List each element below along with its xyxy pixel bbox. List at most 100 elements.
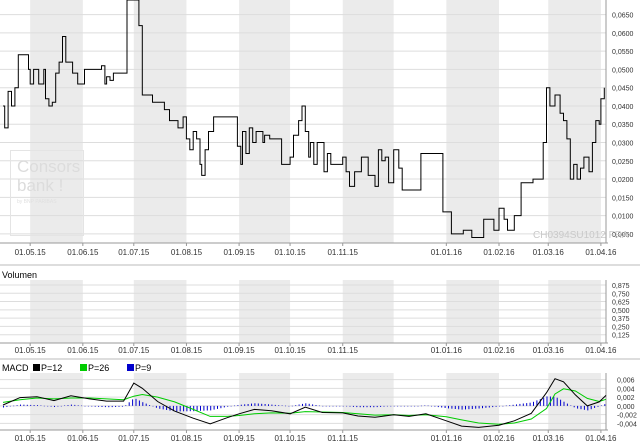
- macd-histogram-bar: [183, 405, 185, 412]
- macd-histogram-bar: [434, 405, 436, 407]
- y-tick-label: 0,0500: [612, 67, 634, 74]
- macd-histogram-bar: [580, 405, 582, 410]
- macd-histogram-bar: [271, 404, 273, 406]
- x-tick-label: 01.05.15: [15, 434, 47, 443]
- legend-swatch: [33, 364, 40, 371]
- macd-histogram-bar: [81, 405, 83, 407]
- shaded-month-band: [133, 0, 187, 243]
- macd-line-p26: [2, 388, 607, 425]
- macd-histogram-bar: [417, 405, 419, 407]
- macd-histogram-bar: [475, 405, 477, 409]
- macd-histogram-bar: [516, 404, 517, 406]
- macd-histogram-bar: [145, 403, 147, 406]
- shaded-month-band: [342, 373, 394, 430]
- x-tick-label: 01.01.16: [431, 434, 463, 443]
- macd-histogram-bar: [288, 405, 290, 407]
- y-tick-label: 0,875: [612, 283, 630, 290]
- macd-histogram-bar: [247, 404, 249, 406]
- y-tick-label: 0,750: [612, 291, 630, 298]
- macd-histogram-bar: [37, 405, 38, 406]
- security-code-watermark: CH0394SU1012 FRA: [533, 230, 629, 241]
- macd-histogram-bar: [363, 405, 365, 408]
- macd-histogram-bar: [533, 401, 534, 406]
- macd-histogram-bar: [74, 404, 76, 406]
- macd-histogram-bar: [193, 405, 195, 412]
- macd-histogram-bar: [261, 403, 263, 406]
- macd-histogram-bar: [505, 405, 507, 407]
- macd-histogram-bar: [84, 405, 86, 407]
- macd-histogram-bar: [244, 404, 246, 406]
- macd-histogram-bar: [339, 405, 341, 407]
- chart-canvas: 0,0650 0,0600 0,0550 0,0500 0,0450 0,0400 0,03…: [0, 0, 640, 443]
- macd-histogram-bar: [132, 399, 134, 406]
- macd-histogram-bar: [230, 405, 232, 407]
- macd-histogram-bar: [420, 405, 422, 407]
- macd-histogram-bar: [227, 405, 229, 407]
- y-tick-label: 0,500: [612, 308, 630, 315]
- x-tick-label: 01.03.16: [533, 346, 565, 355]
- macd-histogram-bar: [587, 405, 589, 411]
- macd-histogram-bar: [274, 404, 276, 406]
- macd-histogram-bar: [104, 405, 106, 408]
- macd-histogram-bar: [138, 400, 140, 406]
- legend-label: P=26: [88, 363, 109, 373]
- macd-histogram-bar: [125, 405, 127, 406]
- volume-panel-title: Volumen: [2, 270, 37, 280]
- macd-histogram-bar: [217, 405, 218, 409]
- macd-histogram-bar: [6, 405, 8, 407]
- x-tick-label: 01.10.15: [274, 248, 306, 257]
- macd-histogram-bar: [471, 405, 473, 409]
- x-tick-label: 01.06.15: [67, 248, 99, 257]
- macd-histogram-bar: [329, 405, 331, 407]
- y-tick-label: 0,000: [617, 404, 635, 411]
- macd-histogram-bar: [502, 405, 504, 407]
- shaded-month-band: [239, 373, 291, 430]
- macd-histogram-bar: [210, 405, 212, 411]
- x-tick-label: 01.09.15: [224, 434, 256, 443]
- macd-histogram-bar: [546, 396, 548, 406]
- macd-histogram-bar: [522, 403, 524, 406]
- macd-histogram-bar: [454, 405, 456, 409]
- macd-histogram-bar: [196, 405, 198, 411]
- x-tick-label: 01.08.15: [171, 434, 203, 443]
- macd-histogram-bar: [291, 405, 293, 407]
- macd-histogram-bar: [3, 405, 4, 408]
- macd-histogram-bar: [155, 405, 157, 408]
- macd-histogram-bar: [556, 397, 558, 406]
- macd-histogram-bar: [373, 405, 375, 408]
- y-tick-label: 0,0150: [612, 195, 634, 202]
- macd-histogram-bar: [302, 403, 303, 406]
- x-tick-label: 01.11.15: [327, 346, 358, 355]
- shaded-month-band: [446, 280, 499, 343]
- macd-histogram-bar: [285, 405, 286, 407]
- shaded-month-band: [342, 280, 394, 343]
- macd-histogram-bar: [509, 405, 511, 406]
- macd-histogram-bar: [121, 405, 123, 407]
- macd-histogram-bar: [254, 403, 256, 406]
- x-tick-label: 01.10.15: [274, 434, 306, 443]
- macd-histogram-bar: [43, 405, 45, 407]
- macd-histogram-bar: [264, 404, 266, 406]
- macd-histogram-bar: [318, 405, 320, 407]
- macd-histogram-bar: [570, 405, 572, 406]
- macd-histogram-bar: [410, 405, 412, 407]
- macd-histogram-bar: [597, 405, 599, 407]
- macd-histogram-bar: [60, 405, 62, 407]
- price-line: [3, 0, 605, 238]
- macd-histogram-bar: [458, 405, 460, 410]
- macd-histogram-bar: [577, 405, 579, 409]
- macd-histogram-bar: [20, 404, 21, 406]
- macd-histogram-bar: [305, 403, 307, 406]
- macd-histogram-bar: [281, 405, 283, 406]
- macd-histogram-bar: [600, 405, 602, 406]
- macd-histogram-bar: [431, 405, 432, 407]
- shaded-month-band: [30, 373, 83, 430]
- macd-histogram-bar: [414, 405, 416, 407]
- macd-histogram-bar: [529, 402, 531, 406]
- macd-histogram-bar: [590, 405, 592, 410]
- macd-histogram-bar: [407, 405, 409, 407]
- macd-histogram-bar: [519, 403, 521, 406]
- macd-histogram-bar: [87, 405, 89, 407]
- macd-histogram-bar: [162, 405, 164, 410]
- macd-histogram-bar: [380, 405, 382, 407]
